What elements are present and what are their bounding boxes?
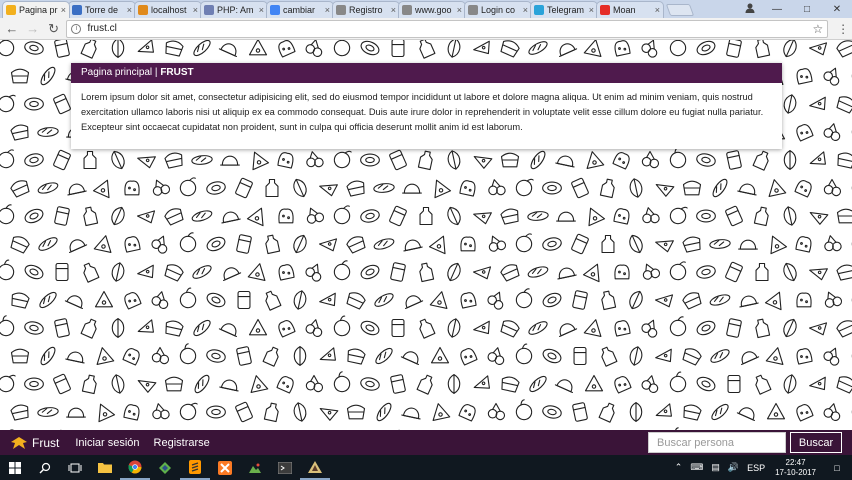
browser-menu-icon[interactable]: ⋮ <box>834 22 852 36</box>
app-navbar: Frust Iniciar sesión Registrarse Buscar … <box>0 430 852 455</box>
register-link[interactable]: Registrarse <box>154 437 210 449</box>
browser-tab[interactable]: Pagina pr × <box>2 1 70 18</box>
close-tab-icon[interactable]: × <box>523 5 528 15</box>
window-controls: — □ ✕ <box>762 0 852 18</box>
file-explorer-icon[interactable] <box>90 455 120 480</box>
php-favicon <box>204 5 214 15</box>
terminal-icon[interactable] <box>270 455 300 480</box>
photos-app-icon[interactable] <box>240 455 270 480</box>
reload-icon[interactable]: ↻ <box>45 20 63 38</box>
dev-server-icon[interactable] <box>300 455 330 480</box>
brand-link[interactable]: Frust <box>10 436 59 450</box>
clock[interactable]: 22:47 17-10-2017 <box>775 458 816 478</box>
tab-label: Moan <box>613 5 636 15</box>
close-tab-icon[interactable]: × <box>589 5 594 15</box>
dev-tool-icon[interactable] <box>150 455 180 480</box>
card-body-text: Lorem ipsum dolor sit amet, consectetur … <box>81 92 764 132</box>
windows-start-icon[interactable] <box>0 455 30 480</box>
google-favicon <box>270 5 280 15</box>
browser-tab[interactable]: www.goo × <box>398 1 466 18</box>
page-favicon <box>402 5 412 15</box>
login-link[interactable]: Iniciar sesión <box>75 437 139 449</box>
chrome-taskbar-icon[interactable] <box>120 455 150 480</box>
windows-taskbar: ⌃ ⌨ ▤ 🔊 ESP 22:47 17-10-2017 □ <box>0 455 852 480</box>
profile-icon[interactable] <box>744 2 756 14</box>
minimize-icon[interactable]: — <box>762 4 792 15</box>
clock-date: 17-10-2017 <box>775 467 816 477</box>
close-tab-icon[interactable]: × <box>61 5 66 15</box>
browser-tab[interactable]: Telegram × <box>530 1 598 18</box>
tab-label: Torre de <box>85 5 119 15</box>
tab-label: www.goo <box>415 5 452 15</box>
brand-name: Frust <box>32 435 60 450</box>
network-icon[interactable]: ▤ <box>711 462 720 473</box>
sublime-text-icon[interactable] <box>180 455 210 480</box>
action-center-icon[interactable]: □ <box>826 463 848 473</box>
browser-tab[interactable]: localhost × <box>134 1 202 18</box>
close-tab-icon[interactable]: × <box>325 5 330 15</box>
address-bar[interactable]: i frust.cl ☆ <box>66 19 829 38</box>
brand-logo-icon <box>11 436 27 449</box>
chart-favicon <box>138 5 148 15</box>
clock-time: 22:47 <box>785 457 806 467</box>
search-taskbar-icon[interactable] <box>30 455 60 480</box>
telegram-favicon <box>534 5 544 15</box>
card-title-brand: FRUST <box>160 67 194 78</box>
browser-tab[interactable]: Login co × <box>464 1 532 18</box>
forward-icon[interactable]: → <box>24 20 42 38</box>
tab-label: Telegram <box>547 5 585 15</box>
tab-label: cambiar <box>283 5 316 15</box>
url-text[interactable]: frust.cl <box>87 23 812 34</box>
folder-favicon <box>6 5 16 15</box>
search-person-input[interactable]: Buscar persona <box>648 432 786 453</box>
browser-tab-strip: Pagina pr × Torre de × localhost × PHP: Am × cam… <box>0 0 852 18</box>
site-info-icon[interactable]: i <box>71 23 82 34</box>
close-window-icon[interactable]: ✕ <box>822 4 852 15</box>
tab-label: PHP: Am <box>217 5 254 15</box>
browser-tab[interactable]: cambiar × <box>266 1 334 18</box>
browser-tab[interactable]: Moan × <box>596 1 664 18</box>
browser-toolbar: ← → ↻ i frust.cl ☆ ⋮ <box>0 18 852 40</box>
tab-label: Login co <box>481 5 516 15</box>
tray-overflow-icon[interactable]: ⌃ <box>675 462 683 473</box>
language-indicator[interactable]: ESP <box>747 463 765 473</box>
page-favicon <box>468 5 478 15</box>
close-tab-icon[interactable]: × <box>457 5 462 15</box>
system-tray: ⌃ ⌨ ▤ 🔊 ESP 22:47 17-10-2017 □ <box>671 455 852 480</box>
site-favicon <box>72 5 82 15</box>
tab-label: localhost <box>151 5 187 15</box>
page-favicon <box>336 5 346 15</box>
card-title: Pagina principal | <box>81 67 161 78</box>
volume-icon[interactable]: 🔊 <box>728 462 739 473</box>
back-icon[interactable]: ← <box>3 20 21 38</box>
task-view-icon[interactable] <box>60 455 90 480</box>
bookmark-star-icon[interactable]: ☆ <box>812 22 823 36</box>
close-tab-icon[interactable]: × <box>127 5 132 15</box>
keyboard-tray-icon[interactable]: ⌨ <box>690 462 703 473</box>
youtube-favicon <box>600 5 610 15</box>
close-tab-icon[interactable]: × <box>655 5 660 15</box>
browser-tab[interactable]: PHP: Am × <box>200 1 268 18</box>
browser-tab[interactable]: Torre de × <box>68 1 136 18</box>
maximize-icon[interactable]: □ <box>792 4 822 15</box>
browser-tab[interactable]: Registro × <box>332 1 400 18</box>
close-tab-icon[interactable]: × <box>259 5 264 15</box>
close-tab-icon[interactable]: × <box>391 5 396 15</box>
welcome-card: Pagina principal | FRUST Lorem ipsum dol… <box>71 63 782 149</box>
close-tab-icon[interactable]: × <box>193 5 198 15</box>
tab-label: Pagina pr <box>19 5 58 15</box>
search-button[interactable]: Buscar <box>790 432 842 453</box>
page-viewport: Pagina principal | FRUST Lorem ipsum dol… <box>0 40 852 430</box>
tab-label: Registro <box>349 5 383 15</box>
card-header: Pagina principal | FRUST <box>71 63 782 83</box>
xampp-icon[interactable] <box>210 455 240 480</box>
new-tab-button[interactable] <box>665 4 695 16</box>
